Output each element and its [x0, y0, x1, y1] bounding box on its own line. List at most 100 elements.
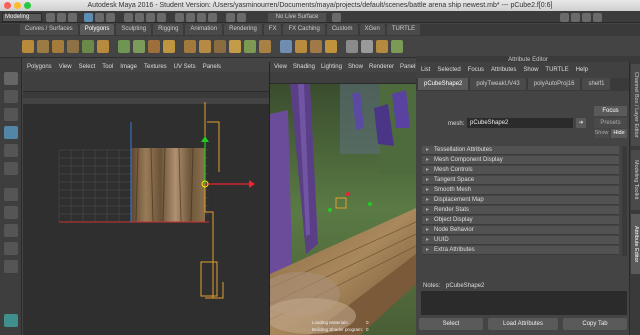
section-smooth-mesh[interactable]: Smooth Mesh: [422, 186, 619, 195]
extrude-icon[interactable]: [184, 40, 196, 53]
persp-graph-layout-icon[interactable]: [4, 242, 18, 255]
append-to-polygon-icon[interactable]: [229, 40, 241, 53]
planar-mapping-icon[interactable]: [346, 40, 358, 53]
live-surface-field[interactable]: No Live Surface: [268, 13, 326, 22]
poly-torus-icon[interactable]: [97, 40, 109, 53]
separate-icon[interactable]: [133, 40, 145, 53]
side-tab-channel-box[interactable]: Channel Box / Layer Editor: [631, 64, 640, 146]
select-tool-icon[interactable]: [4, 72, 18, 85]
persp-outliner-layout-icon[interactable]: [4, 224, 18, 237]
mesh-name-field[interactable]: pCubeShape2: [467, 118, 573, 128]
shelf-tab-curves-surfaces[interactable]: Curves / Surfaces: [20, 24, 78, 35]
attribute-scrollbar[interactable]: [622, 146, 627, 256]
rotate-tool-icon[interactable]: [4, 144, 18, 157]
snap-to-view-plane-icon[interactable]: [157, 13, 166, 22]
select-button[interactable]: Select: [419, 318, 483, 330]
show-hide-modeling-toolkit-icon[interactable]: [593, 13, 602, 22]
tab-pcubeshape2[interactable]: pCubeShape2: [418, 78, 469, 90]
bridge-icon[interactable]: [199, 40, 211, 53]
select-by-component-icon[interactable]: [106, 13, 115, 22]
smooth-icon[interactable]: [163, 40, 175, 53]
viewport-menu-view[interactable]: View: [274, 62, 287, 72]
ae-menu-show[interactable]: Show: [523, 62, 538, 78]
viewport-menu-renderer[interactable]: Renderer: [369, 62, 394, 72]
select-by-hierarchy-icon[interactable]: [84, 13, 93, 22]
section-tangent-space[interactable]: Tangent Space: [422, 176, 619, 185]
quad-draw-icon[interactable]: [325, 40, 337, 53]
show-button[interactable]: Show: [594, 129, 609, 138]
viewport-menu-panels[interactable]: Panels: [400, 62, 416, 72]
viewport-scene[interactable]: Loading Materials: Building Shader progr…: [270, 84, 416, 335]
hide-button[interactable]: Hide: [611, 129, 627, 138]
menuset-dropdown[interactable]: Modeling: [2, 13, 42, 22]
tab-polytweakuv43[interactable]: polyTweakUV43: [470, 78, 526, 90]
save-scene-icon[interactable]: [68, 13, 77, 22]
scale-tool-icon[interactable]: [4, 162, 18, 175]
shelf-tab-polygons[interactable]: Polygons: [79, 24, 115, 35]
open-scene-icon[interactable]: [57, 13, 66, 22]
show-hide-channel-box-icon[interactable]: [560, 13, 569, 22]
shelf-tab-xgen[interactable]: XGen: [359, 24, 385, 35]
shelf-tab-fx-caching[interactable]: FX Caching: [283, 24, 325, 35]
render-icon[interactable]: [186, 13, 195, 22]
poly-cone-icon[interactable]: [67, 40, 79, 53]
insert-edge-loop-icon[interactable]: [280, 40, 292, 53]
poly-plane-icon[interactable]: [82, 40, 94, 53]
ae-menu-selected[interactable]: Selected: [437, 62, 460, 78]
section-tessellation-attributes[interactable]: Tessellation Attributes: [422, 146, 619, 155]
hypershade-icon[interactable]: [226, 13, 235, 22]
show-hide-attribute-editor-icon[interactable]: [571, 13, 580, 22]
snap-to-grid-icon[interactable]: [124, 13, 133, 22]
target-weld-icon[interactable]: [310, 40, 322, 53]
minimize-window-button[interactable]: [14, 2, 21, 9]
focus-button[interactable]: Focus: [594, 106, 627, 116]
section-render-stats[interactable]: Render Stats: [422, 206, 619, 215]
section-uuid[interactable]: UUID: [422, 236, 619, 245]
select-by-object-icon[interactable]: [95, 13, 104, 22]
uv-layout-icon[interactable]: [4, 260, 18, 273]
viewport-menu-show[interactable]: Show: [348, 62, 363, 72]
shelf-tab-rendering[interactable]: Rendering: [224, 24, 262, 35]
history-icon[interactable]: [175, 13, 184, 22]
shelf-tab-animation[interactable]: Animation: [185, 24, 223, 35]
single-perspective-view-icon[interactable]: [4, 188, 18, 201]
ae-menu-turtle[interactable]: TURTLE: [545, 62, 568, 78]
section-mesh-controls[interactable]: Mesh Controls: [422, 166, 619, 175]
combine-icon[interactable]: [118, 40, 130, 53]
poly-cylinder-icon[interactable]: [52, 40, 64, 53]
bevel-icon[interactable]: [214, 40, 226, 53]
copy-tab-button[interactable]: Copy Tab: [563, 318, 627, 330]
side-tab-modeling-toolkit[interactable]: Modeling Toolkit: [631, 150, 640, 210]
poly-cube-icon[interactable]: [37, 40, 49, 53]
shelf-tab-sculpting[interactable]: Sculpting: [116, 24, 152, 35]
snap-to-point-icon[interactable]: [146, 13, 155, 22]
section-node-behavior[interactable]: Node Behavior: [422, 226, 619, 235]
shelf-tab-rigging[interactable]: Rigging: [153, 24, 184, 35]
load-attributes-button[interactable]: Load Attributes: [488, 318, 558, 330]
extract-icon[interactable]: [148, 40, 160, 53]
paint-select-tool-icon[interactable]: [4, 108, 18, 121]
shelf-tab-custom[interactable]: Custom: [326, 24, 358, 35]
merge-icon[interactable]: [244, 40, 256, 53]
move-tool-icon[interactable]: [4, 126, 18, 139]
symmetry-icon[interactable]: [237, 13, 246, 22]
lasso-tool-icon[interactable]: [4, 90, 18, 103]
go-to-output-icon[interactable]: ➜: [576, 118, 586, 128]
shelf-tab-fx[interactable]: FX: [263, 24, 282, 35]
viewport-menu-shading[interactable]: Shading: [293, 62, 315, 72]
section-extra-attributes[interactable]: Extra Attributes: [422, 246, 619, 255]
tab-shelf1[interactable]: shelf1: [582, 78, 611, 90]
zoom-window-button[interactable]: [24, 2, 31, 9]
four-view-layout-icon[interactable]: [4, 206, 18, 219]
ipr-render-icon[interactable]: [197, 13, 206, 22]
ae-menu-focus[interactable]: Focus: [468, 62, 484, 78]
notes-text-area[interactable]: [421, 291, 627, 315]
viewport-menu-lighting[interactable]: Lighting: [321, 62, 342, 72]
new-scene-icon[interactable]: [46, 13, 55, 22]
ae-menu-attributes[interactable]: Attributes: [491, 62, 516, 78]
poly-sphere-icon[interactable]: [22, 40, 34, 53]
snap-to-curve-icon[interactable]: [135, 13, 144, 22]
section-displacement-map[interactable]: Displacement Map: [422, 196, 619, 205]
tab-polyautoproj16[interactable]: polyAutoProj16: [527, 78, 581, 90]
render-settings-icon[interactable]: [208, 13, 217, 22]
